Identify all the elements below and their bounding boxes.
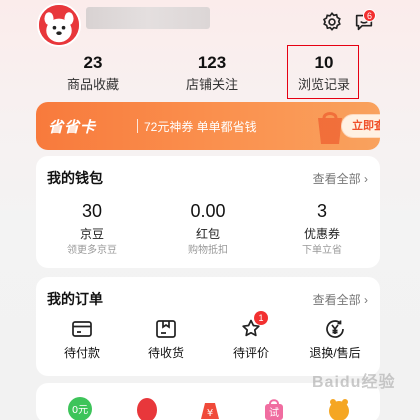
wallet-value: 30 bbox=[81, 201, 103, 221]
order-label: 待评价 bbox=[232, 346, 269, 360]
wallet-item-jd-beans[interactable]: 30 京豆 领更多京豆 bbox=[42, 200, 142, 257]
promo-title: 省省卡 bbox=[48, 119, 97, 136]
highlight-annotation-box bbox=[287, 45, 359, 99]
stat-followed-shops[interactable]: 123 店铺关注 bbox=[162, 52, 262, 93]
svg-text:试: 试 bbox=[269, 406, 279, 419]
wallet-sub: 下单立省 bbox=[302, 245, 342, 256]
baidu-watermark: Baidu经验 bbox=[312, 374, 396, 391]
orders-title: 我的订单 bbox=[47, 291, 103, 307]
wallet-view-all-link[interactable]: 查看全部 › bbox=[313, 170, 368, 187]
wallet-value: 0.00 bbox=[190, 201, 226, 221]
username-redacted bbox=[86, 7, 210, 29]
free-gift-icon[interactable]: 0元 bbox=[66, 395, 94, 420]
gear-icon[interactable] bbox=[321, 11, 343, 33]
wallet-label: 红包 bbox=[195, 227, 220, 241]
wallet-value: 3 bbox=[316, 201, 327, 221]
order-refund-aftersale[interactable]: 退换/售后 bbox=[295, 317, 375, 361]
wallet-item-red-packet[interactable]: 0.00 红包 购物抵扣 bbox=[158, 200, 258, 257]
wallet-sub: 领更多京豆 bbox=[67, 245, 117, 256]
message-count-badge: 6 bbox=[363, 9, 376, 22]
jd-dog-avatar-icon bbox=[39, 5, 79, 45]
svg-text:0元: 0元 bbox=[72, 405, 88, 416]
view-now-button[interactable]: 立即查看 bbox=[342, 115, 380, 137]
stat-value: 23 bbox=[83, 53, 103, 72]
promo-divider bbox=[137, 119, 138, 133]
refund-yen-icon bbox=[323, 317, 347, 341]
svg-text:¥: ¥ bbox=[207, 408, 213, 419]
red-egg-icon[interactable] bbox=[133, 395, 161, 420]
wallet-title: 我的钱包 bbox=[47, 170, 103, 186]
user-avatar[interactable] bbox=[37, 3, 81, 47]
package-box-icon bbox=[154, 317, 178, 341]
order-pending-review[interactable]: 1 待评价 bbox=[211, 311, 291, 361]
money-bag-icon[interactable]: ¥ bbox=[196, 395, 224, 420]
order-pending-payment[interactable]: 待付款 bbox=[42, 317, 122, 361]
order-label: 待付款 bbox=[63, 346, 100, 360]
star-comment-icon: 1 bbox=[239, 311, 268, 341]
mascot-icon[interactable] bbox=[325, 395, 353, 420]
wallet-item-coupons[interactable]: 3 优惠券 下单立省 bbox=[272, 200, 372, 257]
wallet-sub: 购物抵扣 bbox=[188, 245, 228, 256]
wallet-card-icon bbox=[70, 317, 94, 341]
promo-text: 72元神券 单单都省钱 bbox=[144, 120, 257, 134]
review-count-badge: 1 bbox=[254, 311, 268, 325]
stat-favorites[interactable]: 23 商品收藏 bbox=[43, 52, 143, 93]
wallet-label: 优惠券 bbox=[303, 227, 340, 241]
wallet-label: 京豆 bbox=[79, 227, 104, 241]
trial-bag-icon[interactable]: 试 bbox=[260, 395, 288, 420]
orders-view-all-link[interactable]: 查看全部 › bbox=[313, 291, 368, 308]
order-pending-receipt[interactable]: 待收货 bbox=[126, 317, 206, 361]
stat-label: 商品收藏 bbox=[66, 77, 119, 92]
stat-value: 123 bbox=[197, 53, 227, 72]
promo-banner[interactable]: 省省卡 72元神券 单单都省钱 立即查看 bbox=[36, 102, 380, 150]
order-label: 退换/售后 bbox=[309, 346, 361, 360]
stat-label: 店铺关注 bbox=[185, 77, 238, 92]
wallet-card: 我的钱包 查看全部 › 30 京豆 领更多京豆 0.00 红包 购物抵扣 3 优… bbox=[36, 156, 380, 268]
orders-card: 我的订单 查看全部 › 待付款 待收货 1 待评价 退换/售后 bbox=[36, 277, 380, 376]
order-label: 待收货 bbox=[147, 346, 184, 360]
profile-header: 6 bbox=[0, 0, 420, 50]
